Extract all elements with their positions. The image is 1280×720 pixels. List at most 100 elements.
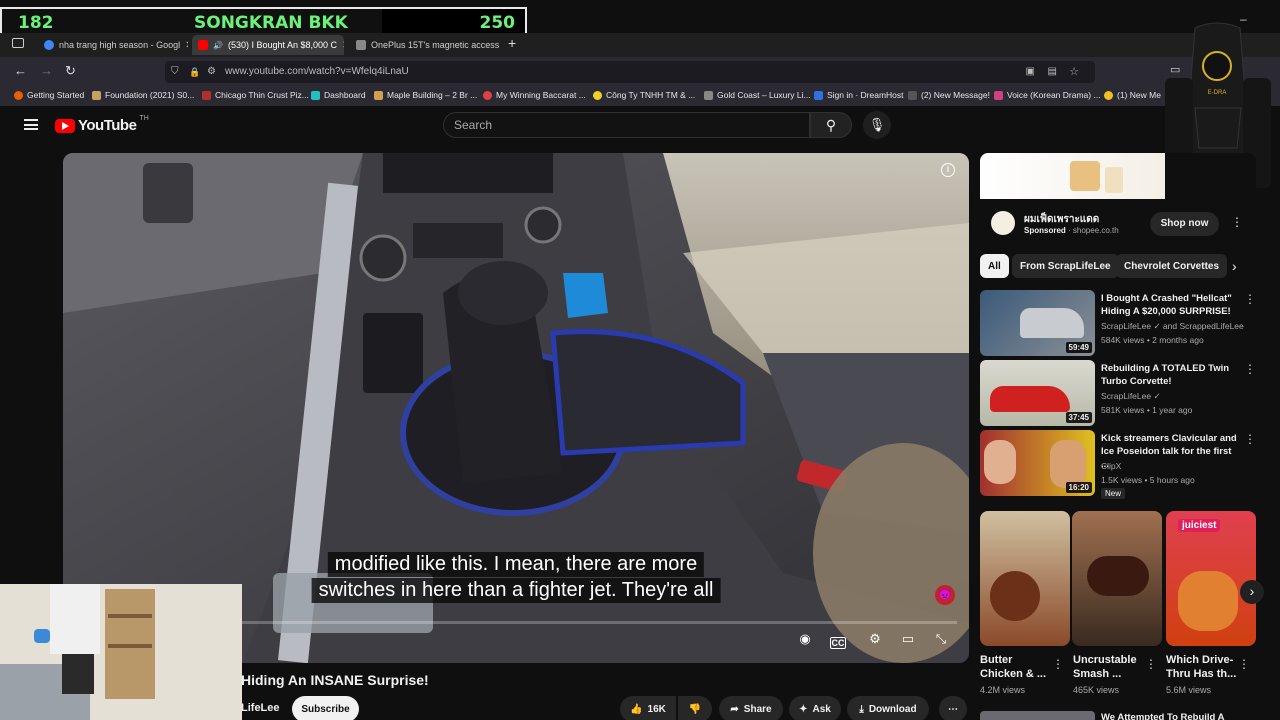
more-options-icon[interactable]: ⋮ — [1052, 657, 1064, 671]
video-thumbnail: 16:20 — [980, 430, 1095, 496]
youtube-logo[interactable]: YouTube TH — [55, 115, 149, 134]
bookmark-item[interactable]: Voice (Korean Drama) ... — [994, 90, 1101, 100]
address-bar[interactable]: ⛉ 🔒 ⚙ www.youtube.com/watch?v=Wfelq4iLna… — [165, 61, 1095, 83]
bookmark-item[interactable]: Dashboard — [311, 90, 366, 100]
autoplay-toggle-icon[interactable]: ◉ — [793, 631, 817, 647]
chip-from-scraplifelee[interactable]: From ScrapLifeLee — [1012, 254, 1119, 278]
thumbs-up-icon: 👍 — [630, 703, 643, 715]
tab-list-icon[interactable] — [12, 38, 24, 48]
bookmark-item[interactable]: My Winning Baccarat ... — [483, 90, 586, 100]
shield-icon: ⛉ — [171, 66, 179, 77]
video-info-icon[interactable]: i — [941, 163, 955, 177]
bookmark-star-icon[interactable]: ☆ — [1069, 61, 1079, 83]
bookmark-item[interactable]: Foundation (2021) S0... — [92, 90, 194, 100]
close-tab-icon[interactable]: ✕ — [342, 40, 344, 51]
fullscreen-icon[interactable]: ⤡ — [929, 631, 953, 647]
shorts-next-button[interactable]: › — [1240, 580, 1264, 604]
bookmark-item[interactable]: Công Ty TNHH TM & ... — [593, 90, 695, 100]
more-actions-button[interactable]: ⋯ — [939, 696, 967, 720]
more-options-icon[interactable]: ⋮ — [1145, 657, 1157, 671]
share-button[interactable]: ➦ Share — [719, 696, 783, 720]
short-title: Which Drive-Thru Has th... — [1166, 654, 1237, 680]
related-video-title: Kick streamers Clavicular and Ice Poseid… — [1101, 433, 1237, 470]
reader-view-icon[interactable]: ▤ — [1048, 61, 1057, 83]
related-video-meta: 584K views • 2 months ago — [1101, 335, 1204, 345]
webcam-overlay — [0, 584, 242, 720]
tab-oneplus-article[interactable]: OnePlus 15T's magnetic access✕ — [350, 35, 500, 55]
new-tab-icon[interactable]: + — [508, 35, 516, 51]
share-arrow-icon: ➦ — [730, 703, 739, 715]
download-button[interactable]: ⤓ Download — [847, 696, 929, 720]
chip-all[interactable]: All — [980, 254, 1009, 278]
search-icon[interactable]: ⚲ — [810, 112, 852, 138]
related-video-channel: ClipX — [1101, 461, 1122, 471]
chips-next-chevron-icon[interactable]: › — [1232, 258, 1237, 274]
thumbs-down-icon: 👎 — [688, 703, 702, 715]
related-video-item[interactable]: 59:49 I Bought A Crashed "Hellcat" Hidin… — [980, 290, 1270, 356]
short-thumbnail[interactable]: juiciest — [1166, 511, 1256, 646]
next-related-title: We Attempted To Rebuild A — [1101, 712, 1225, 720]
screenshot-icon[interactable]: ▣ — [1026, 61, 1035, 83]
ask-button[interactable]: ✦ Ask — [789, 696, 841, 720]
bookmark-item[interactable]: Getting Started — [14, 90, 84, 100]
bookmark-item[interactable]: Chicago Thin Crust Piz... — [202, 90, 309, 100]
related-video-meta: 581K views • 1 year ago — [1101, 405, 1193, 415]
svg-text:E-DRA: E-DRA — [1208, 90, 1227, 96]
search-input[interactable]: Search — [443, 112, 810, 138]
permissions-icon[interactable]: ⚙ — [207, 61, 216, 83]
bookmark-item[interactable]: (1) New Me — [1104, 90, 1161, 100]
forward-arrow-icon[interactable]: → — [40, 63, 53, 78]
related-video-channel: ScrapLifeLee ✓ and ScrappedLifeLee — [1101, 321, 1244, 331]
bookmarks-bar: Getting Started Foundation (2021) S0... … — [0, 87, 1280, 106]
bookmark-item[interactable]: (2) New Message! — [908, 90, 990, 100]
ad-title: ผมเฟ็ดเพราะแดด — [1024, 214, 1100, 225]
subscribe-button[interactable]: Subscribe — [292, 696, 359, 720]
short-title: Butter Chicken & ... — [980, 654, 1047, 680]
short-badge: juiciest — [1178, 519, 1221, 532]
theater-mode-icon[interactable]: ▭ — [896, 631, 920, 647]
reload-icon[interactable]: ↻ — [65, 63, 76, 79]
channel-name[interactable]: LifeLee — [241, 702, 280, 714]
video-thumbnail: 59:49 — [980, 290, 1095, 356]
more-options-icon[interactable]: ⋮ — [1244, 432, 1256, 446]
ad-domain: shopee.co.th — [1072, 226, 1119, 235]
tab-youtube-video[interactable]: 🔊 (530) I Bought An $8,000 C✕ — [192, 35, 344, 55]
bookmark-item[interactable]: Gold Coast – Luxury Li... — [704, 90, 811, 100]
settings-gear-icon[interactable]: ⚙ — [863, 631, 887, 647]
more-options-icon[interactable]: ⋮ — [1238, 657, 1250, 671]
browser-tab-bar: nha trang high season - Googl✕ 🔊 (530) I… — [0, 33, 1280, 57]
google-favicon-icon — [44, 40, 54, 50]
short-views: 5.6M views — [1166, 685, 1212, 695]
related-video-meta: 1.5K views • 5 hours ago — [1101, 475, 1195, 485]
related-video-item[interactable]: 16:20 Kick streamers Clavicular and Ice … — [980, 430, 1270, 499]
short-thumbnail[interactable] — [980, 511, 1070, 646]
bookmark-item[interactable]: Maple Building – 2 Br ... — [374, 90, 477, 100]
like-button[interactable]: 👍 16K — [620, 696, 676, 720]
browser-toolbar: ← → ↻ ⛉ 🔒 ⚙ www.youtube.com/watch?v=Wfel… — [0, 57, 1280, 87]
next-related-thumbnail[interactable] — [980, 711, 1095, 720]
menu-hamburger-icon[interactable] — [24, 119, 38, 130]
speaker-icon[interactable]: 🔊 — [213, 41, 223, 50]
tab-google-search[interactable]: nha trang high season - Googl✕ — [38, 35, 188, 55]
related-video-title: Rebuilding A TOTALED Twin Turbo Corvette… — [1101, 363, 1230, 387]
dislike-button[interactable]: 👎 — [678, 696, 712, 720]
ad-card[interactable]: ผมเฟ็ดเพราะแดด Sponsored · shopee.co.th … — [980, 153, 1256, 248]
more-options-icon[interactable]: ⋮ — [1244, 362, 1256, 376]
bookmark-item[interactable]: Sign in · DreamHost — [814, 90, 904, 100]
shop-now-button[interactable]: Shop now — [1150, 212, 1219, 236]
short-views: 465K views — [1073, 685, 1120, 695]
short-views: 4.2M views — [980, 685, 1026, 695]
short-thumbnail[interactable] — [1072, 511, 1162, 646]
microphone-icon[interactable]: 🎙 — [863, 111, 891, 139]
related-video-title: I Bought A Crashed "Hellcat" Hiding A $2… — [1101, 293, 1232, 317]
chip-chevrolet-corvettes[interactable]: Chevrolet Corvettes — [1116, 254, 1228, 278]
sparkle-icon: ✦ — [799, 703, 808, 715]
close-tab-icon[interactable]: ✕ — [185, 40, 188, 51]
youtube-play-logo-icon — [55, 118, 75, 133]
subtitles-icon[interactable]: CC — [830, 637, 846, 649]
ad-more-icon[interactable]: ⋮ — [1231, 215, 1243, 229]
new-badge: New — [1101, 488, 1126, 499]
related-video-item[interactable]: 37:45 Rebuilding A TOTALED Twin Turbo Co… — [980, 360, 1270, 426]
back-arrow-icon[interactable]: ← — [14, 63, 27, 78]
more-options-icon[interactable]: ⋮ — [1244, 292, 1256, 306]
